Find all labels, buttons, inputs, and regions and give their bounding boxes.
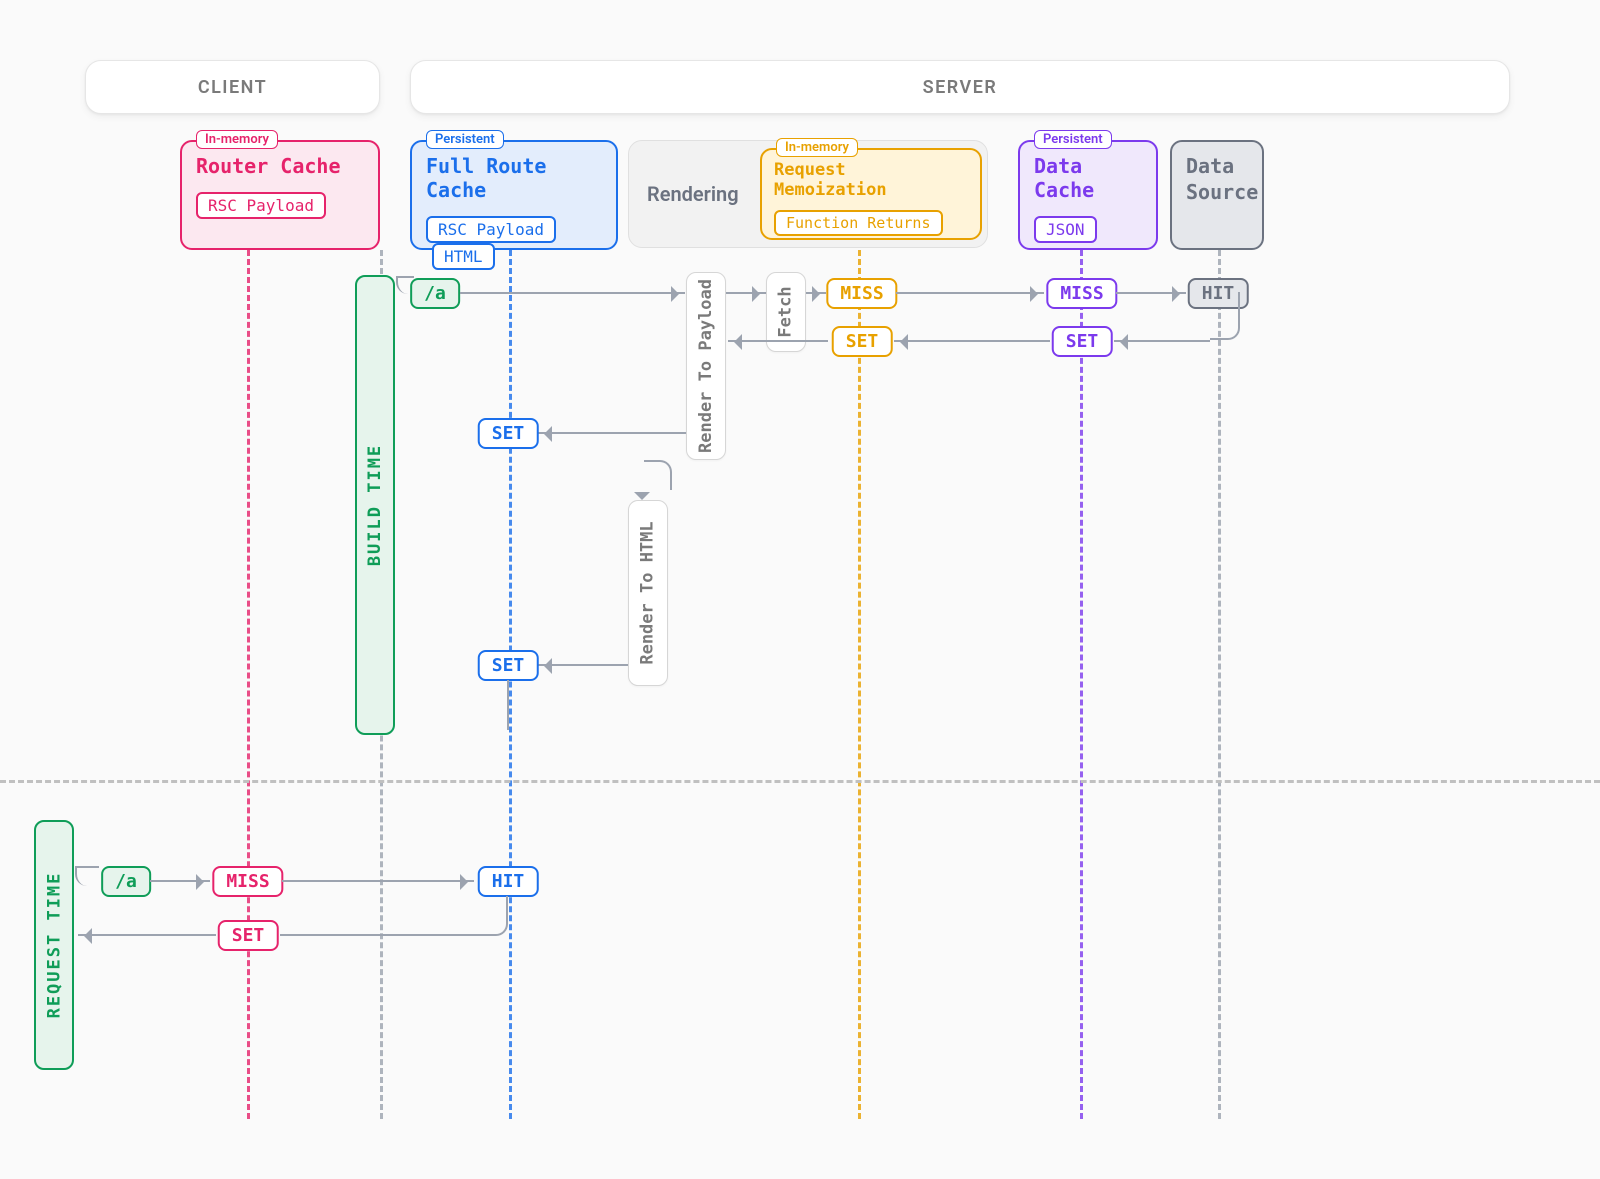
request-memoization-box: In-memory Request Memoization Function R…	[760, 148, 982, 240]
router-cache-chip-rsc: RSC Payload	[196, 192, 326, 219]
data-cache-box: Persistent Data Cache JSON	[1018, 140, 1158, 250]
full-route-cache-tag: Persistent	[426, 130, 504, 149]
lifeline-data-source	[1218, 250, 1221, 1119]
full-route-cache-title: Full Route Cache	[426, 154, 602, 202]
arrow-html-to-fullcache-set2	[538, 664, 628, 666]
data-source-box: Data Source	[1170, 140, 1264, 250]
data-cache-tag: Persistent	[1034, 130, 1112, 149]
data-cache-chip-json: JSON	[1034, 216, 1097, 243]
router-set-badge: SET	[218, 920, 279, 951]
router-cache-title: Router Cache	[196, 154, 364, 178]
server-header: SERVER	[410, 60, 1510, 114]
router-miss-badge: MISS	[212, 866, 283, 897]
build-time-label: BUILD TIME	[365, 444, 385, 566]
arrow-source-to-datacache-set	[1114, 340, 1210, 342]
elbow-build-to-route	[396, 276, 414, 294]
elbow-source-down	[1210, 292, 1240, 340]
data-source-title-1: Data	[1186, 154, 1248, 178]
elbow-payload-to-html	[644, 460, 672, 490]
memo-miss-badge: MISS	[826, 278, 897, 309]
elbow-hit-to-routerset	[280, 896, 508, 936]
data-source-title-2: Source	[1186, 180, 1248, 204]
lifeline-router-cache	[247, 250, 250, 1119]
arrow-router-to-fullcache-hit	[282, 880, 474, 882]
lifeline-data-cache	[1080, 250, 1083, 1119]
fullcache-set-badge-2: SET	[478, 650, 539, 681]
lifeline-memoization	[858, 250, 861, 1119]
route-badge-build: /a	[410, 278, 460, 309]
route-badge-request: /a	[101, 866, 151, 897]
request-memoization-chip: Function Returns	[774, 210, 943, 236]
tail-fullcache	[507, 680, 509, 730]
time-divider	[0, 780, 1600, 783]
fullcache-set-badge-1: SET	[478, 418, 539, 449]
build-time-strip: BUILD TIME	[355, 275, 395, 735]
arrow-fetch-to-memo-miss	[806, 292, 826, 294]
datacache-set-badge: SET	[1052, 326, 1113, 357]
arrow-routerset-to-client	[78, 934, 216, 936]
request-time-strip: REQUEST TIME	[34, 820, 74, 1070]
render-to-payload-label: Render To Payload	[686, 272, 726, 460]
full-route-cache-chip-rsc: RSC Payload	[426, 216, 556, 243]
arrow-render-to-fullcache-set1	[538, 432, 686, 434]
arrow-memo-to-datacache	[896, 292, 1044, 294]
elbow-request-to-route	[75, 866, 99, 886]
full-route-cache-box: Persistent Full Route Cache RSC Payload …	[410, 140, 618, 250]
client-header: CLIENT	[85, 60, 380, 114]
request-memoization-tag: In-memory	[776, 138, 858, 157]
arrow-datacache-to-source	[1116, 292, 1186, 294]
fullcache-hit-badge: HIT	[478, 866, 539, 897]
data-cache-title: Data Cache	[1034, 154, 1142, 202]
arrow-datacache-to-memo-set	[894, 340, 1050, 342]
arrow-route-to-render	[460, 292, 685, 294]
rendering-label: Rendering	[647, 182, 739, 206]
datacache-miss-badge: MISS	[1046, 278, 1117, 309]
render-to-html-label: Render To HTML	[628, 500, 668, 686]
router-cache-box: In-memory Router Cache RSC Payload	[180, 140, 380, 250]
lifeline-full-route-cache	[509, 250, 512, 1119]
router-cache-tag: In-memory	[196, 130, 278, 149]
arrow-memo-set-to-render	[728, 340, 828, 342]
arrow-render-to-fetch	[726, 292, 766, 294]
request-memoization-title: Request Memoization	[774, 160, 968, 200]
memo-set-badge: SET	[832, 326, 893, 357]
request-time-label: REQUEST TIME	[44, 872, 64, 1019]
arrow-route-to-router-miss	[150, 880, 210, 882]
full-route-cache-chip-html: HTML	[432, 243, 495, 270]
